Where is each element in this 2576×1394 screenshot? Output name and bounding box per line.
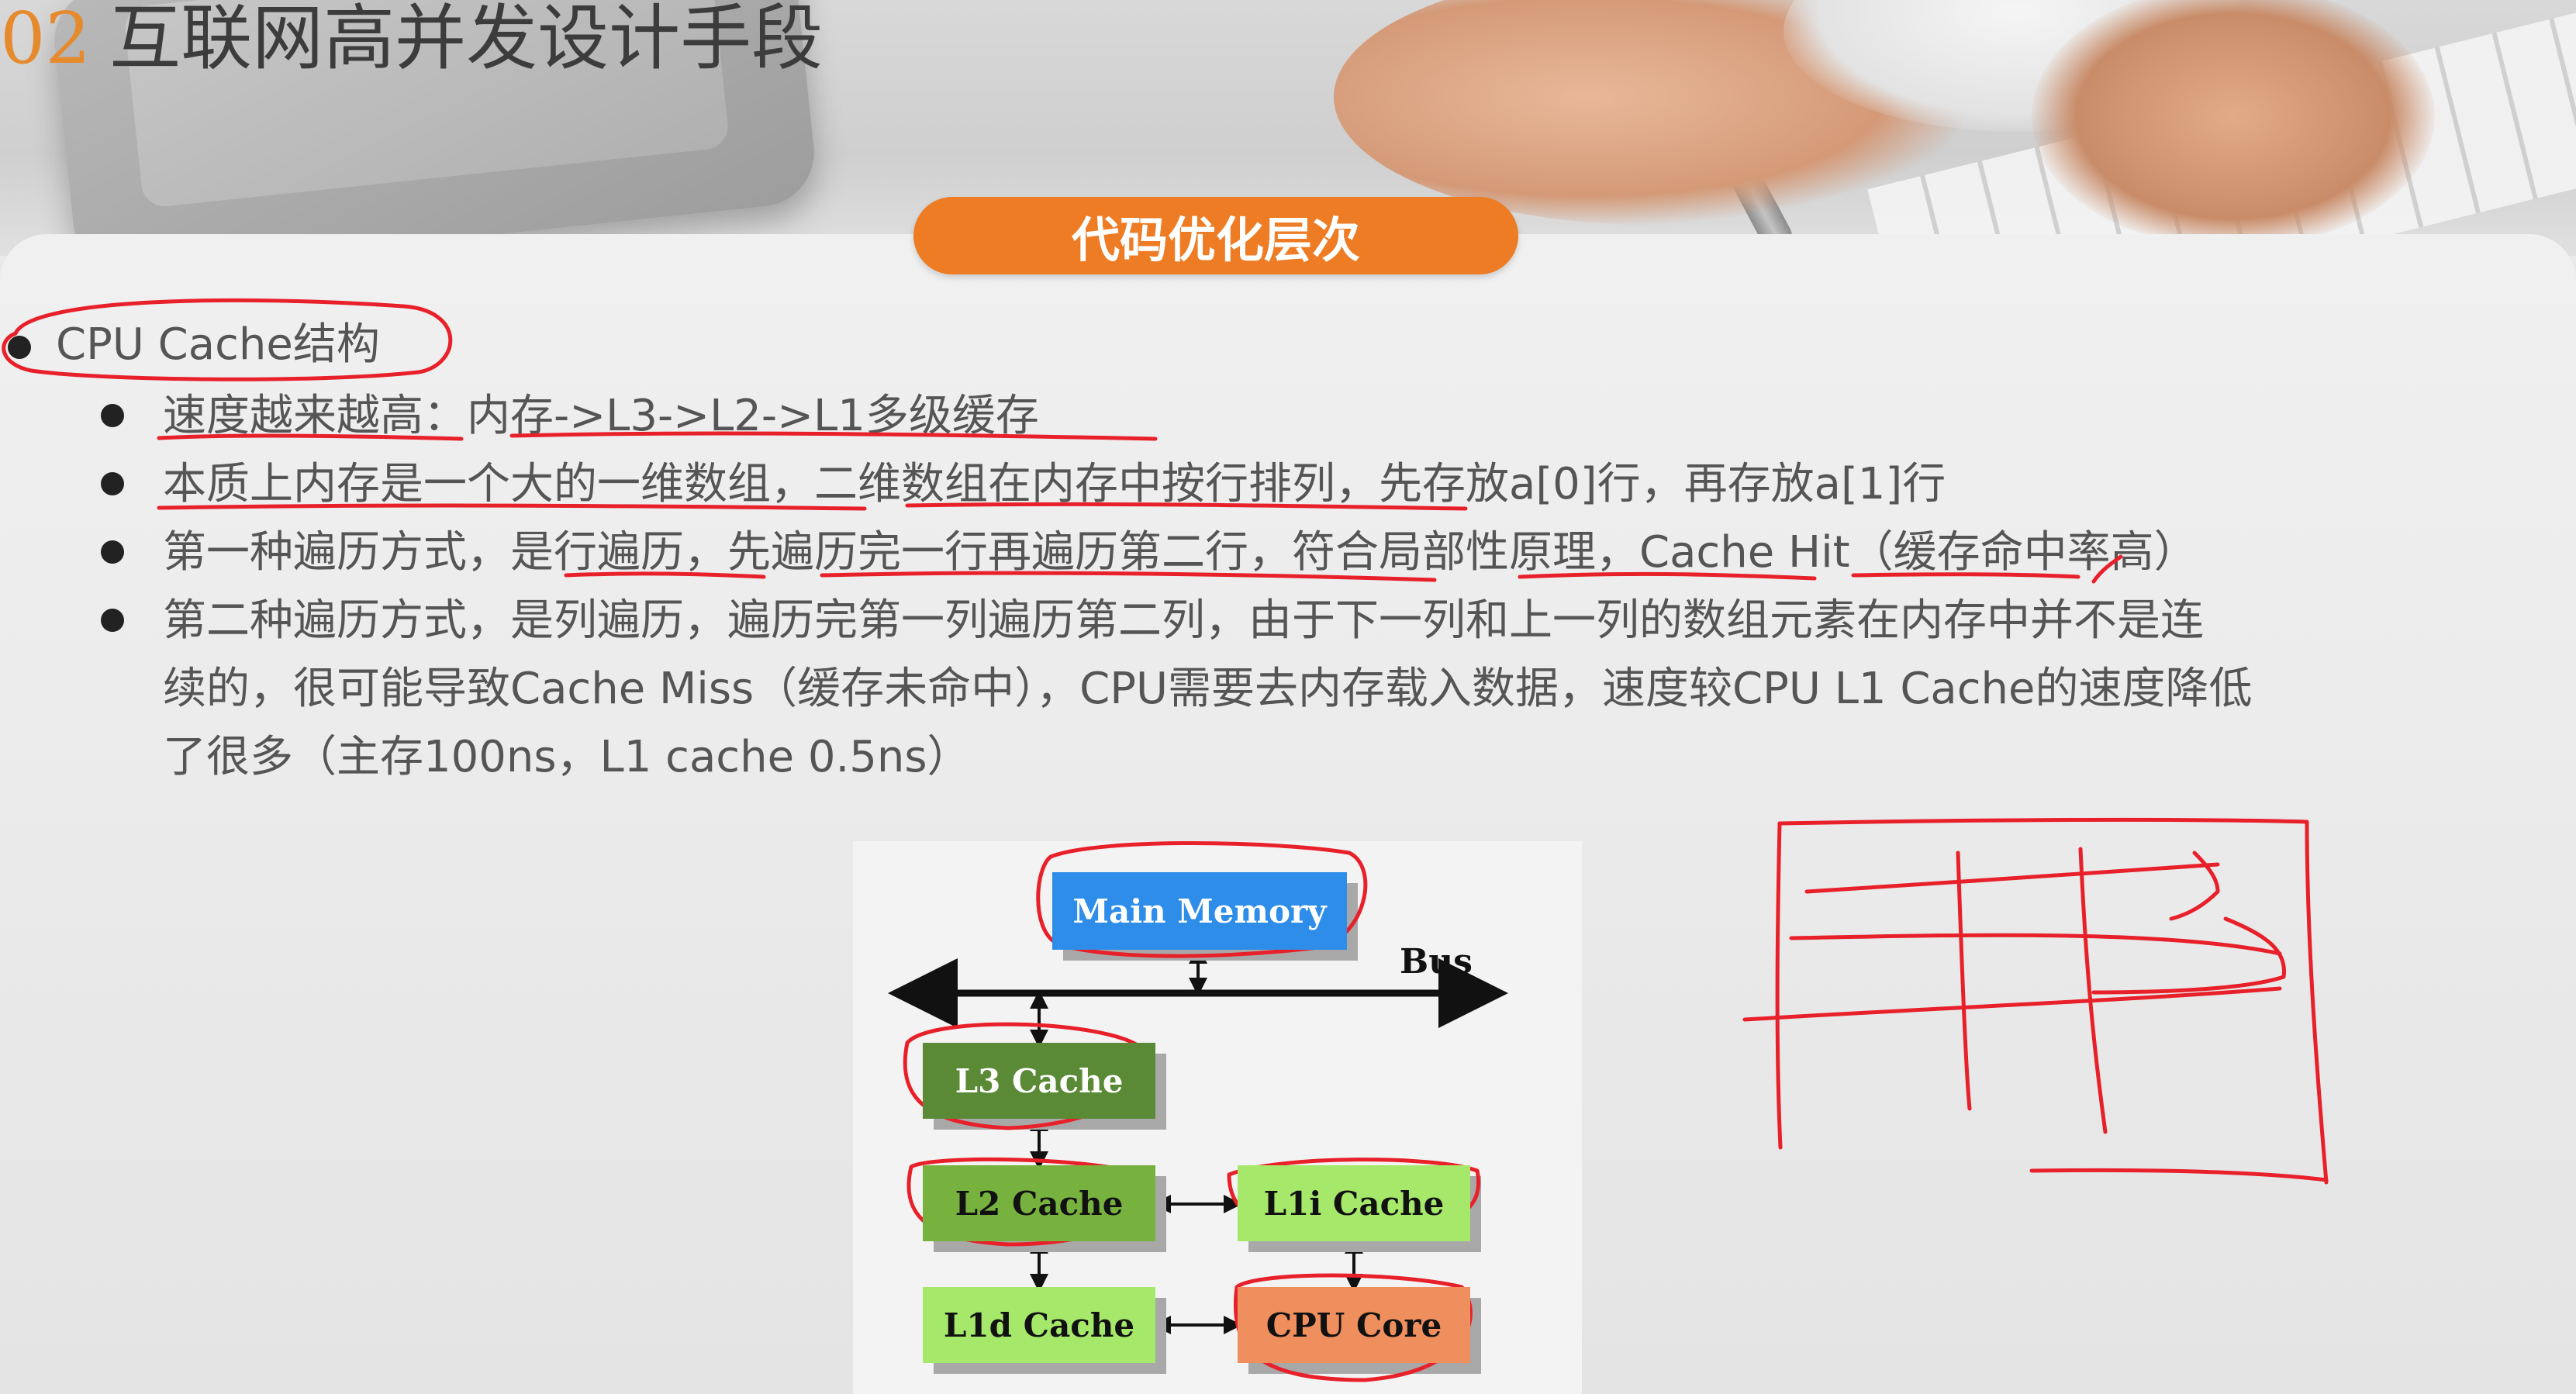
sub-bullet-text: 本质上内存是一个大的一维数组，二维数组在内存中按行排列，先存放a[0]行，再存放…	[163, 459, 1946, 509]
main-bullet: CPU Cache结构	[8, 314, 380, 376]
sub-bullet-3: 第一种遍历方式，是行遍历，先遍历完一行再遍历第二行，符合局部性原理，Cache …	[101, 519, 2536, 587]
l1i-cache-box: L1i Cache	[1238, 1165, 1481, 1252]
slide-title: 02 互联网高并发设计手段	[0, 0, 823, 85]
l1d-cache-box: L1d Cache	[923, 1287, 1166, 1374]
sub-bullet-text: 了很多（主存100ns，L1 cache 0.5ns）	[163, 732, 971, 782]
l2-cache-box: L2 Cache	[923, 1165, 1166, 1252]
sub-bullet-text: 第二种遍历方式，是列遍历，遍历完第一列遍历第二列，由于下一列和上一列的数组元素在…	[163, 595, 2204, 646]
main-bullet-text: CPU Cache结构	[56, 319, 380, 370]
slide-title-text: 互联网高并发设计手段	[109, 0, 824, 80]
sub-bullet-text: 续的，很可能导致Cache Miss（缓存未命中），CPU需要去内存载入数据，速…	[163, 664, 2253, 714]
sub-bullet-1: 速度越来越高：内存->L3->L2->L1多级缓存	[101, 382, 2536, 450]
bullet-dot-icon	[101, 540, 124, 564]
l3-cache-box: L3 Cache	[923, 1043, 1166, 1130]
bullet-dot-icon	[101, 609, 124, 632]
sub-bullet-text: 第一种遍历方式，是行遍历，先遍历完一行再遍历第二行，符合局部性原理，Cache …	[163, 527, 2198, 578]
cache-hierarchy-diagram: Main Memory Bus L3 Cache L2 Cache L1i Ca…	[853, 841, 1582, 1394]
sub-bullet-text: 速度越来越高：内存->L3->L2->L1多级缓存	[163, 391, 1039, 441]
cpu-core-box: CPU Core	[1238, 1287, 1481, 1374]
bullet-dot-icon	[101, 472, 124, 495]
slide-number: 02	[0, 0, 92, 80]
bullet-dot-icon	[101, 404, 124, 427]
sub-bullet-2: 本质上内存是一个大的一维数组，二维数组在内存中按行排列，先存放a[0]行，再存放…	[101, 450, 2536, 519]
bullet-dot-icon	[8, 335, 31, 359]
bus-label: Bus	[1400, 942, 1473, 982]
main-memory-box: Main Memory	[1052, 872, 1358, 961]
sub-bullet-4: 第二种遍历方式，是列遍历，遍历完第一列遍历第二列，由于下一列和上一列的数组元素在…	[101, 587, 2536, 792]
section-pill: 代码优化层次	[913, 197, 1518, 274]
